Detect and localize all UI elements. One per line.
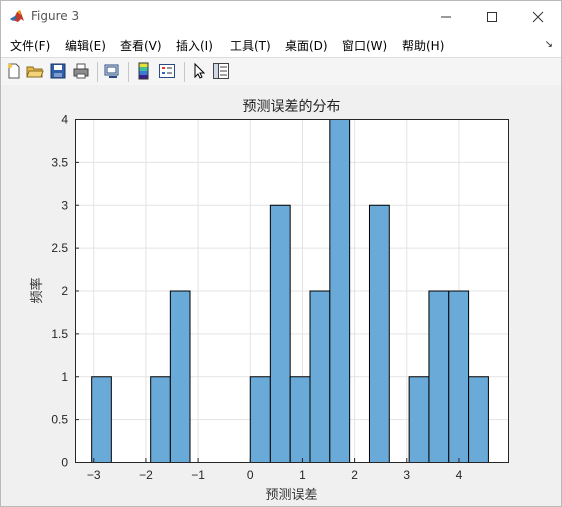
x-tick-label: 2 <box>351 468 358 482</box>
menu-help[interactable]: 帮助(H) <box>402 37 444 54</box>
legend-icon[interactable] <box>158 62 176 80</box>
menu-desktop[interactable]: 桌面(D) <box>285 37 328 54</box>
x-tick-label: −2 <box>139 468 153 482</box>
print-icon[interactable] <box>72 62 90 80</box>
histogram-bar <box>428 290 450 463</box>
x-tick-label: −1 <box>191 468 205 482</box>
histogram-bar <box>309 290 331 463</box>
y-tick-label: 1 <box>61 370 68 384</box>
maximize-button[interactable] <box>469 1 515 33</box>
x-tick-label: −3 <box>87 468 101 482</box>
y-tick-label: 1.5 <box>51 327 68 341</box>
histogram-bar <box>448 290 470 463</box>
menu-view[interactable]: 查看(V) <box>120 37 162 54</box>
x-tick-label: 0 <box>247 468 254 482</box>
y-tick-label: 3.5 <box>51 155 68 169</box>
toolbar-separator <box>128 62 129 82</box>
y-axis-label: 频率 <box>29 277 45 303</box>
x-tick-label: 4 <box>456 468 463 482</box>
x-tick-label: 1 <box>299 468 306 482</box>
x-axis-label: 预测误差 <box>265 488 317 503</box>
histogram-bar <box>408 376 430 463</box>
figure-toolbar <box>1 57 561 86</box>
histogram-chart: −3 −2 −1 0 1 2 3 4 0 0.5 1 1.5 2 2.5 3 3.5 4 预测误差的分布 预测误… <box>29 99 509 503</box>
window-title: Figure 3 <box>31 9 80 23</box>
save-icon[interactable] <box>49 62 67 80</box>
dock-arrow-icon[interactable]: ↘ <box>545 39 553 50</box>
figure-canvas: −3 −2 −1 0 1 2 3 4 0 0.5 1 1.5 2 2.5 3 3.5 4 预测误差的分布 预测误… <box>1 85 561 506</box>
colorbar-icon[interactable] <box>135 62 153 80</box>
histogram-bar <box>269 204 291 463</box>
close-icon <box>532 11 544 23</box>
histogram-bar <box>368 204 390 463</box>
menu-bar: 文件(F) 编辑(E) 查看(V) 插入(I) 工具(T) 桌面(D) 窗口(W… <box>1 33 561 57</box>
histogram-bar <box>329 119 351 463</box>
histogram-bar <box>150 376 171 463</box>
matlab-logo-icon <box>9 8 25 24</box>
histogram-bar <box>249 376 271 463</box>
menu-window[interactable]: 窗口(W) <box>342 37 387 54</box>
histogram-bar <box>169 290 191 463</box>
link-icon[interactable] <box>103 62 121 80</box>
menu-tools[interactable]: 工具(T) <box>230 37 271 54</box>
toolbar-separator <box>184 62 185 82</box>
y-tick-label: 2 <box>61 284 68 298</box>
menu-edit[interactable]: 编辑(E) <box>65 37 106 54</box>
y-tick-label: 3 <box>61 198 68 212</box>
histogram-bar <box>289 376 311 463</box>
new-figure-icon[interactable] <box>5 62 23 80</box>
menu-insert[interactable]: 插入(I) <box>176 37 213 54</box>
histogram-bar <box>468 376 489 463</box>
minimize-button[interactable] <box>423 1 469 33</box>
chart-title: 预测误差的分布 <box>243 99 341 115</box>
histogram-bar <box>91 376 112 463</box>
open-file-icon[interactable] <box>26 62 44 80</box>
title-bar[interactable]: Figure 3 <box>1 1 561 34</box>
y-tick-label: 4 <box>61 113 68 127</box>
y-tick-label: 0.5 <box>51 413 68 427</box>
y-tick-label: 2.5 <box>51 241 68 255</box>
minimize-icon <box>441 16 451 18</box>
pointer-icon[interactable] <box>190 62 208 80</box>
toolbar-separator <box>97 62 98 82</box>
close-button[interactable] <box>515 1 561 33</box>
menu-file[interactable]: 文件(F) <box>10 37 50 54</box>
maximize-icon <box>487 12 497 22</box>
figure-window: Figure 3 文件(F) 编辑(E) 查看(V) 插入(I) 工具(T) 桌… <box>0 0 562 507</box>
y-tick-label: 0 <box>61 456 68 470</box>
x-tick-label: 3 <box>403 468 410 482</box>
property-inspector-icon[interactable] <box>212 62 230 80</box>
